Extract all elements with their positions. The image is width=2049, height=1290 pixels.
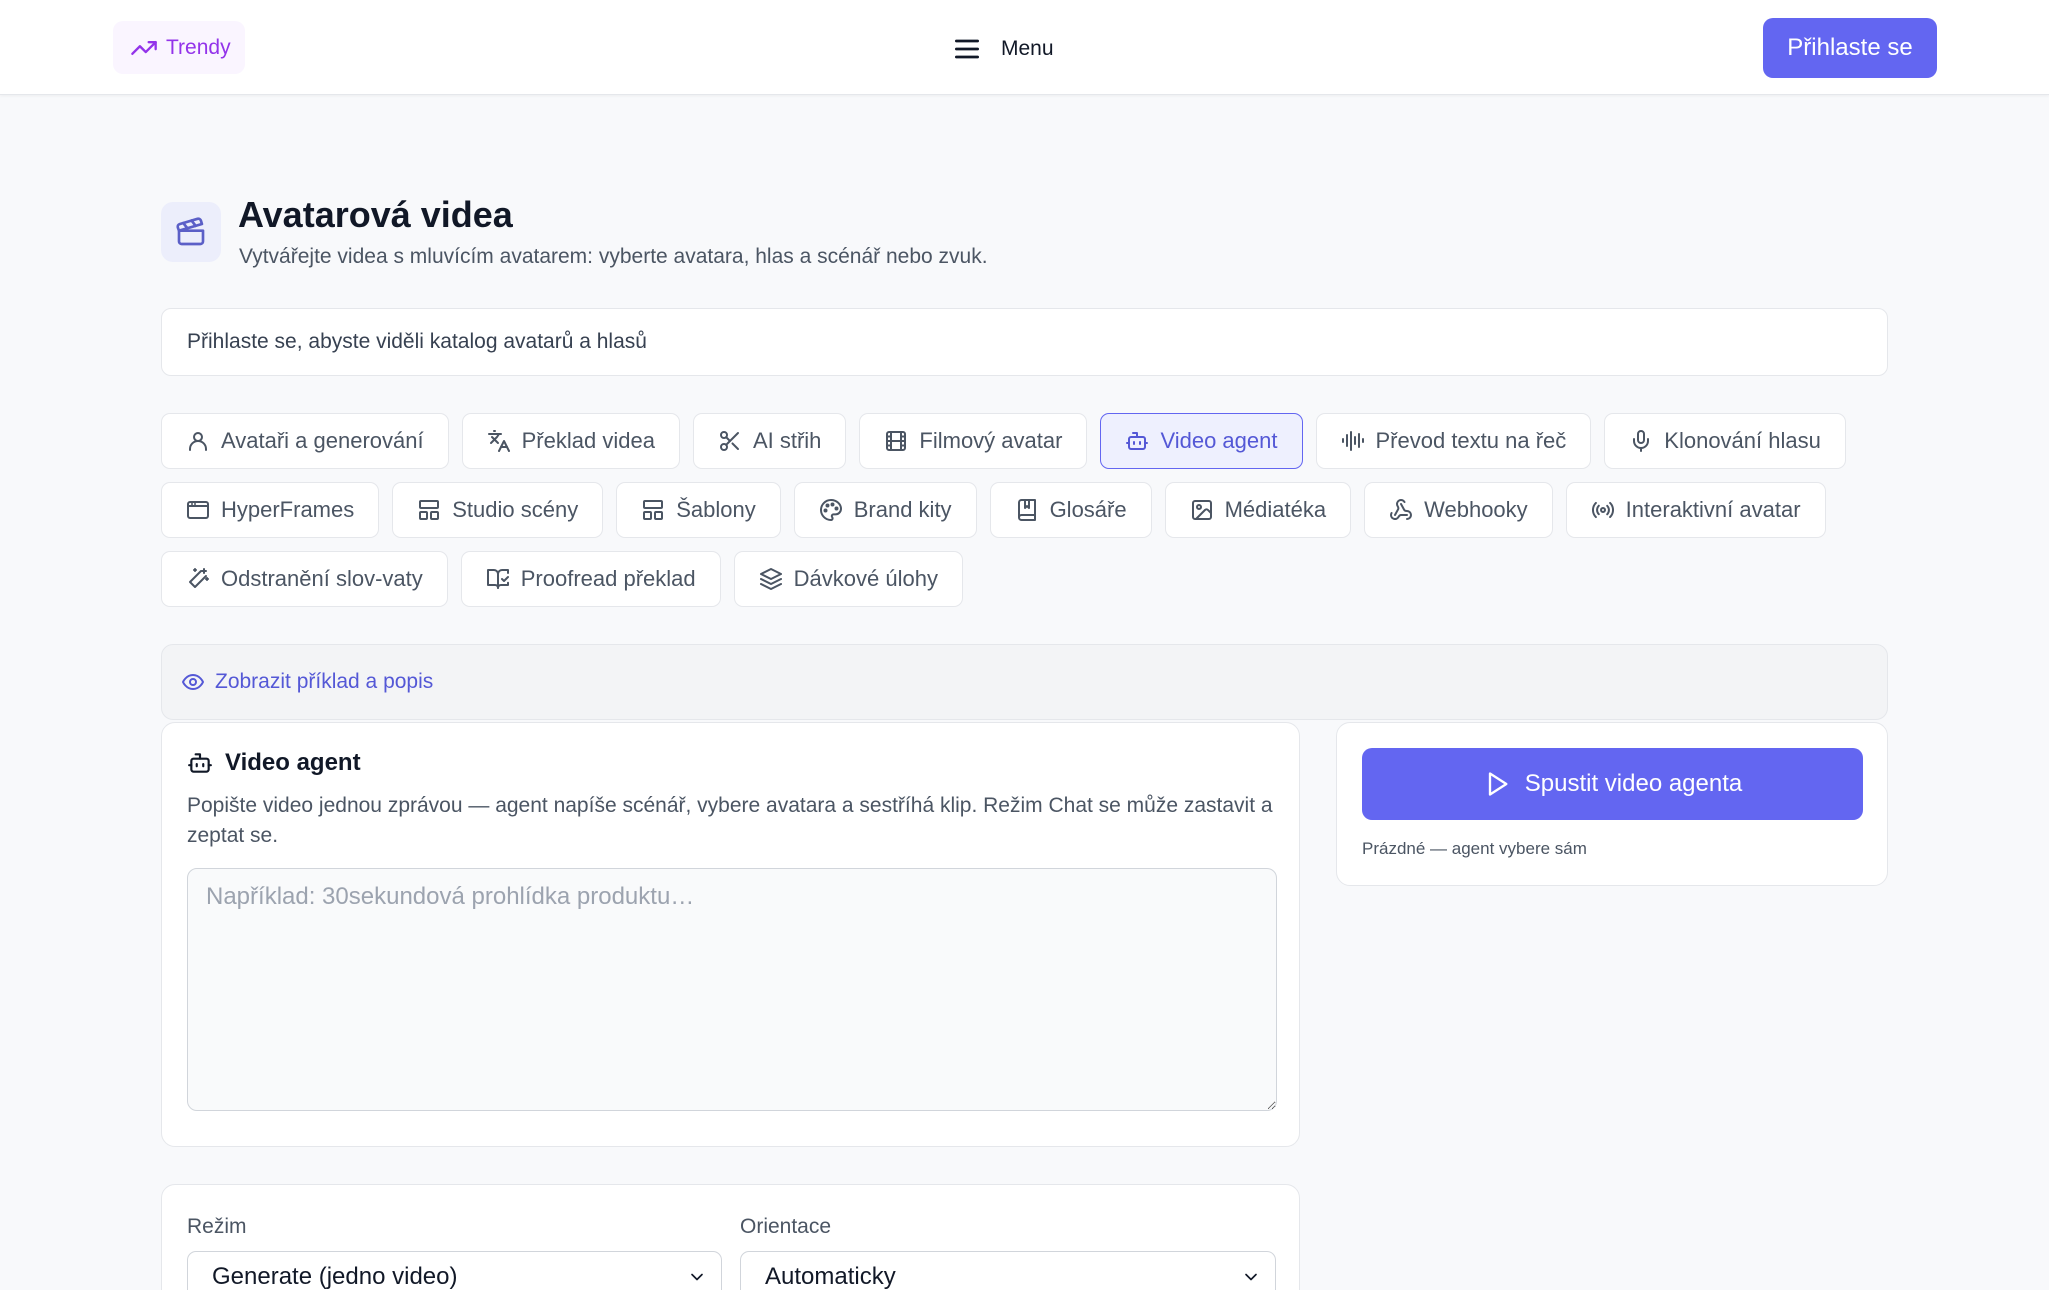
magic-wand-icon bbox=[186, 567, 210, 591]
tab-label: Převod textu na řeč bbox=[1375, 428, 1567, 453]
video-agent-title: Video agent bbox=[225, 749, 361, 776]
chevron-down-icon bbox=[1241, 1267, 1261, 1287]
hamburger-menu-icon bbox=[951, 33, 983, 65]
video-agent-description: Popište video jednou zprávou — agent nap… bbox=[187, 794, 1273, 847]
tab-label: Video agent bbox=[1160, 428, 1278, 453]
tab-media-library[interactable]: Médiatéka bbox=[1164, 482, 1352, 538]
tab-label: Brand kity bbox=[853, 497, 952, 522]
image-icon bbox=[1190, 498, 1214, 522]
tab-label: HyperFrames bbox=[221, 497, 355, 522]
layout-icon bbox=[417, 498, 441, 522]
eye-icon bbox=[181, 670, 205, 694]
tab-label: Překlad videa bbox=[521, 428, 655, 453]
radio-icon bbox=[1591, 498, 1615, 522]
login-notice: Přihlaste se, abyste viděli katalog avat… bbox=[161, 308, 1888, 376]
tab-proofread-translation[interactable]: Proofread překlad bbox=[460, 551, 721, 607]
play-icon bbox=[1483, 770, 1511, 798]
video-agent-heading: Video agent bbox=[187, 749, 361, 777]
tab-batch-jobs[interactable]: Dávkové úlohy bbox=[733, 551, 963, 607]
palette-icon bbox=[819, 498, 843, 522]
tab-templates[interactable]: Šablony bbox=[616, 482, 781, 538]
tab-row: Avatаři a generování Překlad videa AI st… bbox=[161, 413, 1921, 469]
tab-webhooks[interactable]: Webhooky bbox=[1364, 482, 1553, 538]
mode-selected-value: Generate (jedno video) bbox=[212, 1263, 458, 1290]
tab-hyperframes[interactable]: HyperFrames bbox=[161, 482, 380, 538]
film-icon bbox=[884, 429, 908, 453]
webhook-icon bbox=[1389, 498, 1413, 522]
run-video-agent-label: Spustit video agenta bbox=[1524, 770, 1743, 797]
tab-label: Glosáře bbox=[1049, 497, 1127, 522]
tab-ai-cut[interactable]: AI střih bbox=[692, 413, 847, 469]
tab-label: Dávkové úlohy bbox=[793, 566, 938, 591]
tab-brand-kits[interactable]: Brand kity bbox=[793, 482, 977, 538]
tab-label: Interaktivní avatar bbox=[1625, 497, 1801, 522]
translate-icon bbox=[487, 429, 511, 453]
mode-select[interactable]: Generate (jedno video) bbox=[187, 1251, 722, 1290]
audio-waveform-icon bbox=[1341, 429, 1365, 453]
trendy-button[interactable]: Trendy bbox=[113, 21, 245, 74]
book-open-check-icon bbox=[486, 567, 510, 591]
tab-label: Šablony bbox=[676, 497, 756, 522]
video-agent-card: Video agent Popište video jednou zprávou… bbox=[161, 722, 1300, 1147]
tab-label: Médiatéka bbox=[1224, 497, 1327, 522]
chevron-down-icon bbox=[687, 1267, 707, 1287]
tab-label: Odstranění slov-vaty bbox=[221, 566, 423, 591]
tab-scene-studio[interactable]: Studio scény bbox=[392, 482, 604, 538]
top-header: Trendy Menu Přihlaste se bbox=[0, 0, 2049, 95]
scissors-icon bbox=[718, 429, 742, 453]
show-example-label: Zobrazit příklad a popis bbox=[215, 670, 434, 693]
tab-text-to-speech[interactable]: Převod textu na řeč bbox=[1315, 413, 1592, 469]
run-video-agent-button[interactable]: Spustit video agenta bbox=[1362, 748, 1863, 820]
microphone-icon bbox=[1629, 429, 1653, 453]
page-title-badge bbox=[161, 202, 221, 262]
login-button[interactable]: Přihlaste se bbox=[1763, 18, 1937, 78]
bot-icon bbox=[1125, 429, 1149, 453]
app-window-icon bbox=[186, 498, 210, 522]
run-agent-card: Spustit video agenta Prázdné — agent vyb… bbox=[1336, 722, 1888, 886]
orientation-select[interactable]: Automaticky bbox=[740, 1251, 1276, 1290]
orientation-selected-value: Automaticky bbox=[765, 1263, 896, 1290]
trending-up-icon bbox=[130, 34, 158, 62]
tab-label: Webhooky bbox=[1424, 497, 1528, 522]
run-hint: Prázdné — agent vybere sám bbox=[1362, 839, 1587, 858]
tab-row: HyperFrames Studio scény Šablony Brand k… bbox=[161, 482, 1921, 538]
tab-label: Avatаři a generování bbox=[221, 428, 424, 453]
page-title: Avatarová videa bbox=[238, 194, 513, 235]
tab-film-avatar[interactable]: Filmový avatar bbox=[859, 413, 1088, 469]
tab-label: AI střih bbox=[752, 428, 822, 453]
menu-label: Menu bbox=[1001, 37, 1054, 60]
book-icon bbox=[1015, 498, 1039, 522]
tab-glossaries[interactable]: Glosáře bbox=[989, 482, 1152, 538]
feature-tabs: Avatаři a generování Překlad videa AI st… bbox=[161, 413, 1921, 620]
layers-icon bbox=[759, 567, 783, 591]
orientation-label: Orientace bbox=[740, 1215, 832, 1238]
menu-button[interactable]: Menu bbox=[951, 29, 1054, 69]
tab-label: Proofread překlad bbox=[520, 566, 696, 591]
show-example-toggle[interactable]: Zobrazit příklad a popis bbox=[161, 644, 1888, 720]
tab-interactive-avatar[interactable]: Interaktivní avatar bbox=[1565, 482, 1826, 538]
mode-label: Režim bbox=[187, 1215, 247, 1238]
tab-filler-word-removal[interactable]: Odstranění slov-vaty bbox=[161, 551, 448, 607]
clapperboard-icon bbox=[175, 216, 207, 248]
settings-card: Režim Generate (jedno video) Orientace A… bbox=[161, 1184, 1300, 1290]
video-agent-prompt-input[interactable] bbox=[187, 868, 1277, 1111]
tab-label: Studio scény bbox=[452, 497, 579, 522]
tab-avatars[interactable]: Avatаři a generování bbox=[161, 413, 449, 469]
tab-video-translation[interactable]: Překlad videa bbox=[461, 413, 680, 469]
user-icon bbox=[186, 429, 210, 453]
template-icon bbox=[641, 498, 665, 522]
page-subtitle: Vytvářejte videa s mluvícím avatarem: vy… bbox=[239, 245, 988, 268]
tab-row: Odstranění slov-vaty Proofread překlad D… bbox=[161, 551, 1921, 607]
trendy-label: Trendy bbox=[166, 35, 231, 59]
tab-label: Filmový avatar bbox=[919, 428, 1063, 453]
tab-video-agent[interactable]: Video agent bbox=[1100, 413, 1303, 469]
bot-icon bbox=[187, 750, 213, 776]
tab-voice-cloning[interactable]: Klonování hlasu bbox=[1604, 413, 1846, 469]
tab-label: Klonování hlasu bbox=[1664, 428, 1821, 453]
